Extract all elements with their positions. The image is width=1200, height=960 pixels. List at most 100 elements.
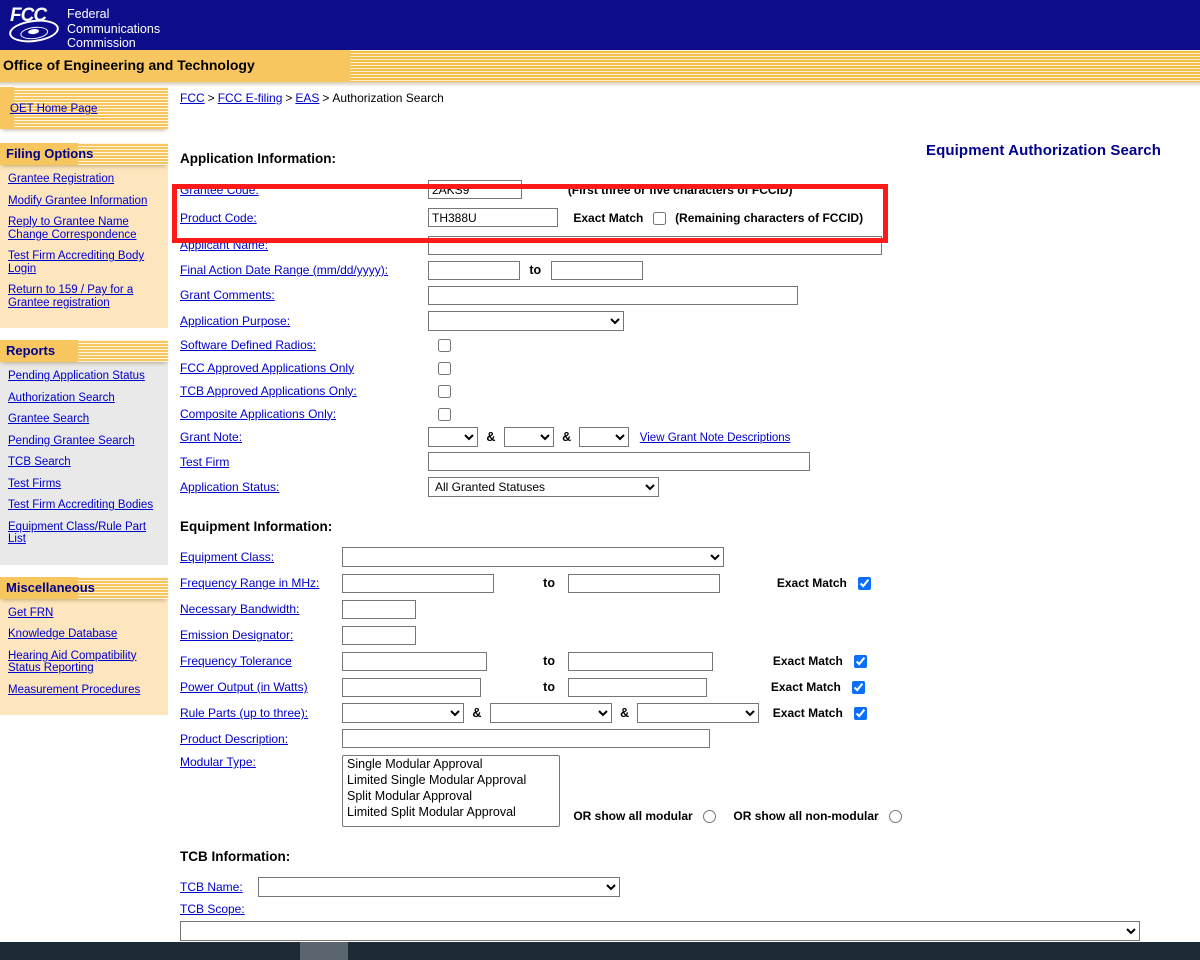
label-final-action-date-range[interactable]: Final Action Date Range (mm/dd/yyyy): bbox=[180, 263, 388, 277]
sidebar-item-reply-grantee-name-change[interactable]: Reply to Grantee Name Change Corresponde… bbox=[8, 216, 162, 241]
composite-applications-only-checkbox[interactable] bbox=[438, 407, 451, 421]
tcb-name-select[interactable] bbox=[258, 876, 620, 897]
breadcrumb-link-fcc[interactable]: FCC bbox=[180, 91, 205, 105]
label-application-status[interactable]: Application Status: bbox=[180, 480, 279, 494]
grantee-code-input[interactable] bbox=[428, 180, 522, 199]
rule-parts-select-3[interactable] bbox=[637, 703, 760, 723]
grant-note-select-3[interactable] bbox=[579, 427, 630, 447]
form-row-tcb-approved-only: TCB Approved Applications Only: bbox=[180, 379, 882, 402]
sidebar-item-tcb-search[interactable]: TCB Search bbox=[8, 456, 162, 469]
label-product-description[interactable]: Product Description: bbox=[180, 732, 288, 746]
sidebar-item-hearing-aid-compatibility[interactable]: Hearing Aid Compatibility Status Reporti… bbox=[8, 650, 162, 675]
grant-note-amp-1: & bbox=[486, 430, 496, 444]
equipment-class-select[interactable] bbox=[342, 547, 724, 567]
office-band: Office of Engineering and Technology bbox=[0, 50, 1200, 82]
label-test-firm[interactable]: Test Firm bbox=[180, 455, 229, 469]
breadcrumb-link-fcc-efiling[interactable]: FCC E-filing bbox=[218, 91, 283, 105]
label-applicant-name[interactable]: Applicant Name: bbox=[180, 238, 268, 252]
rule-parts-select-2[interactable] bbox=[489, 703, 612, 723]
label-application-purpose[interactable]: Application Purpose: bbox=[180, 314, 290, 328]
tcb-approved-applications-only-checkbox[interactable] bbox=[438, 384, 451, 398]
power-output-to-label: to bbox=[543, 680, 555, 694]
sidebar-item-test-firm-accrediting-body-login[interactable]: Test Firm Accrediting Body Login bbox=[8, 250, 162, 275]
label-power-output[interactable]: Power Output (in Watts) bbox=[180, 680, 308, 694]
sidebar-panel-miscellaneous: Miscellaneous Get FRN Knowledge Database… bbox=[0, 576, 168, 715]
product-code-exact-match-checkbox[interactable] bbox=[652, 211, 666, 225]
label-tcb-approved-applications-only[interactable]: TCB Approved Applications Only: bbox=[180, 384, 357, 398]
modular-type-show-all-modular-radio[interactable] bbox=[703, 810, 717, 823]
link-view-grant-note-descriptions[interactable]: View Grant Note Descriptions bbox=[633, 432, 791, 444]
label-modular-type[interactable]: Modular Type: bbox=[180, 755, 256, 769]
sidebar-item-equipment-class-rule-part-list[interactable]: Equipment Class/Rule Part List bbox=[8, 521, 162, 546]
sidebar-link-oet-home[interactable]: OET Home Page bbox=[10, 103, 97, 115]
necessary-bandwidth-input[interactable] bbox=[342, 599, 416, 619]
power-output-to-input[interactable] bbox=[567, 677, 707, 697]
sidebar-item-grantee-registration[interactable]: Grantee Registration bbox=[8, 173, 162, 186]
label-grantee-code[interactable]: Grantee Code: bbox=[180, 183, 259, 197]
form-row-product-description: Product Description: bbox=[180, 726, 902, 751]
horizontal-scrollbar-thumb[interactable] bbox=[300, 942, 348, 960]
label-grant-comments[interactable]: Grant Comments: bbox=[180, 288, 275, 302]
final-action-date-from-input[interactable] bbox=[428, 260, 520, 280]
sidebar-item-get-frn[interactable]: Get FRN bbox=[8, 607, 162, 620]
sidebar-item-knowledge-database[interactable]: Knowledge Database bbox=[8, 628, 162, 641]
product-code-input[interactable] bbox=[428, 208, 558, 227]
power-output-exact-match-checkbox[interactable] bbox=[852, 681, 866, 695]
sidebar-item-authorization-search[interactable]: Authorization Search bbox=[8, 392, 162, 405]
rule-parts-exact-match-checkbox[interactable] bbox=[854, 707, 868, 721]
test-firm-input[interactable] bbox=[428, 452, 810, 471]
grant-comments-input[interactable] bbox=[428, 285, 798, 305]
sidebar-item-measurement-procedures[interactable]: Measurement Procedures bbox=[8, 684, 162, 697]
sidebar-item-test-firms[interactable]: Test Firms bbox=[8, 478, 162, 491]
label-emission-designator[interactable]: Emission Designator: bbox=[180, 628, 293, 642]
sidebar-item-pending-grantee-search[interactable]: Pending Grantee Search bbox=[8, 435, 162, 448]
form-row-software-defined-radios: Software Defined Radios: bbox=[180, 333, 882, 356]
modular-type-option-limited-single: Limited Single Modular Approval bbox=[343, 772, 559, 788]
fcc-approved-applications-only-checkbox[interactable] bbox=[438, 361, 451, 375]
power-output-from-input[interactable] bbox=[342, 677, 481, 697]
label-frequency-range[interactable]: Frequency Range in MHz: bbox=[180, 576, 319, 590]
frequency-range-from-input[interactable] bbox=[342, 573, 494, 593]
sidebar-item-test-firm-accrediting-bodies[interactable]: Test Firm Accrediting Bodies bbox=[8, 499, 162, 512]
label-fcc-approved-applications-only[interactable]: FCC Approved Applications Only bbox=[180, 361, 354, 375]
label-tcb-scope[interactable]: TCB Scope: bbox=[180, 902, 245, 916]
frequency-range-exact-match-checkbox[interactable] bbox=[858, 577, 872, 591]
tcb-scope-select[interactable] bbox=[180, 921, 1140, 941]
grant-note-select-1[interactable] bbox=[428, 427, 478, 447]
label-composite-applications-only[interactable]: Composite Applications Only: bbox=[180, 407, 336, 421]
frequency-tolerance-to-input[interactable] bbox=[567, 651, 713, 671]
label-necessary-bandwidth[interactable]: Necessary Bandwidth: bbox=[180, 602, 299, 616]
label-rule-parts[interactable]: Rule Parts (up to three): bbox=[180, 706, 308, 720]
sidebar-item-return-to-159[interactable]: Return to 159 / Pay for a Grantee regist… bbox=[8, 284, 162, 309]
product-description-input[interactable] bbox=[342, 729, 710, 748]
sidebar-item-grantee-search[interactable]: Grantee Search bbox=[8, 413, 162, 426]
form-row-grant-note: Grant Note: & & View Grant Note Descript… bbox=[180, 425, 882, 449]
form-row-frequency-tolerance: Frequency Tolerance to Exact Match bbox=[180, 648, 902, 674]
software-defined-radios-checkbox[interactable] bbox=[438, 338, 451, 352]
modular-type-listbox[interactable]: Single Modular Approval Limited Single M… bbox=[342, 755, 560, 827]
sidebar-item-modify-grantee-information[interactable]: Modify Grantee Information bbox=[8, 195, 162, 208]
label-grant-note[interactable]: Grant Note: bbox=[180, 430, 242, 444]
horizontal-scrollbar[interactable] bbox=[0, 942, 1200, 960]
modular-type-show-all-non-modular-radio[interactable] bbox=[889, 810, 903, 823]
breadcrumb-link-eas[interactable]: EAS bbox=[295, 91, 319, 105]
label-equipment-class[interactable]: Equipment Class: bbox=[180, 550, 274, 564]
sidebar-item-pending-application-status[interactable]: Pending Application Status bbox=[8, 370, 162, 383]
final-action-date-to-input[interactable] bbox=[550, 260, 643, 280]
label-frequency-tolerance[interactable]: Frequency Tolerance bbox=[180, 654, 292, 668]
agency-name: Federal Communications Commission bbox=[67, 5, 160, 51]
label-software-defined-radios[interactable]: Software Defined Radios: bbox=[180, 338, 316, 352]
frequency-tolerance-from-input[interactable] bbox=[342, 651, 487, 671]
final-action-date-to-label: to bbox=[529, 263, 542, 277]
label-product-code[interactable]: Product Code: bbox=[180, 211, 257, 225]
emission-designator-input[interactable] bbox=[342, 625, 416, 645]
application-status-select[interactable]: All Granted Statuses bbox=[428, 476, 659, 497]
rule-parts-select-1[interactable] bbox=[342, 703, 464, 723]
applicant-name-input[interactable] bbox=[428, 235, 882, 255]
frequency-range-exact-match-label: Exact Match bbox=[776, 575, 847, 590]
application-purpose-select[interactable] bbox=[428, 310, 624, 331]
grant-note-select-2[interactable] bbox=[503, 427, 554, 447]
frequency-range-to-input[interactable] bbox=[567, 573, 720, 593]
frequency-tolerance-exact-match-checkbox[interactable] bbox=[854, 655, 868, 669]
label-tcb-name[interactable]: TCB Name: bbox=[180, 880, 243, 894]
